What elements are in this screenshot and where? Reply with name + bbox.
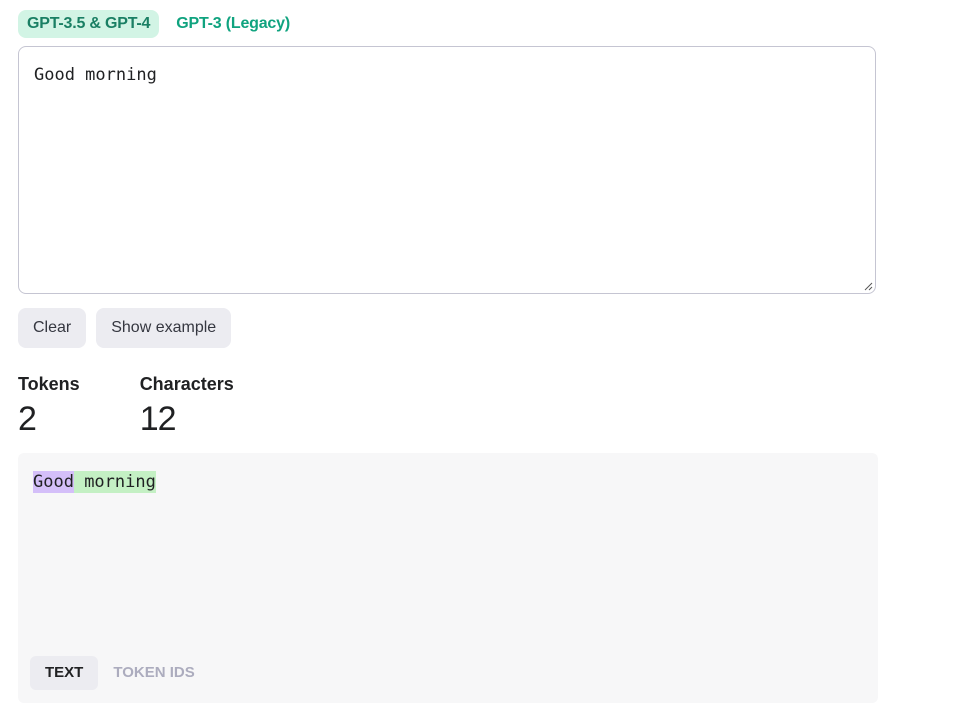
token-list: Good morning: [33, 471, 156, 493]
tokenized-output: Good morning TEXT TOKEN IDS: [18, 453, 878, 703]
model-tabs: GPT-3.5 & GPT-4 GPT-3 (Legacy): [18, 10, 299, 38]
action-buttons: Clear Show example: [18, 308, 232, 348]
input-text: Good morning: [34, 65, 157, 85]
view-tabs: TEXT TOKEN IDS: [30, 656, 210, 690]
tokenizer-input[interactable]: Good morning: [18, 46, 876, 294]
resize-handle-icon[interactable]: [863, 281, 873, 291]
tokens-label: Tokens: [18, 374, 80, 394]
show-example-button[interactable]: Show example: [96, 308, 232, 348]
clear-button[interactable]: Clear: [18, 308, 87, 348]
tab-text[interactable]: TEXT: [30, 656, 99, 690]
characters-stat: Characters 12: [140, 374, 234, 439]
token: morning: [73, 471, 156, 493]
tab-gpt-35-gpt-4[interactable]: GPT-3.5 & GPT-4: [18, 10, 160, 38]
characters-count: 12: [139, 400, 177, 438]
tab-gpt-3-legacy[interactable]: GPT-3 (Legacy): [167, 10, 299, 38]
characters-label: Characters: [139, 374, 234, 394]
tokens-stat: Tokens 2: [18, 374, 80, 439]
tokenizer-page: GPT-3.5 & GPT-4 GPT-3 (Legacy) Good morn…: [0, 0, 971, 726]
token: Good: [33, 471, 74, 493]
stats: Tokens 2 Characters 12: [18, 374, 234, 439]
tokens-count: 2: [18, 400, 37, 438]
tab-token-ids[interactable]: TOKEN IDS: [98, 656, 209, 690]
